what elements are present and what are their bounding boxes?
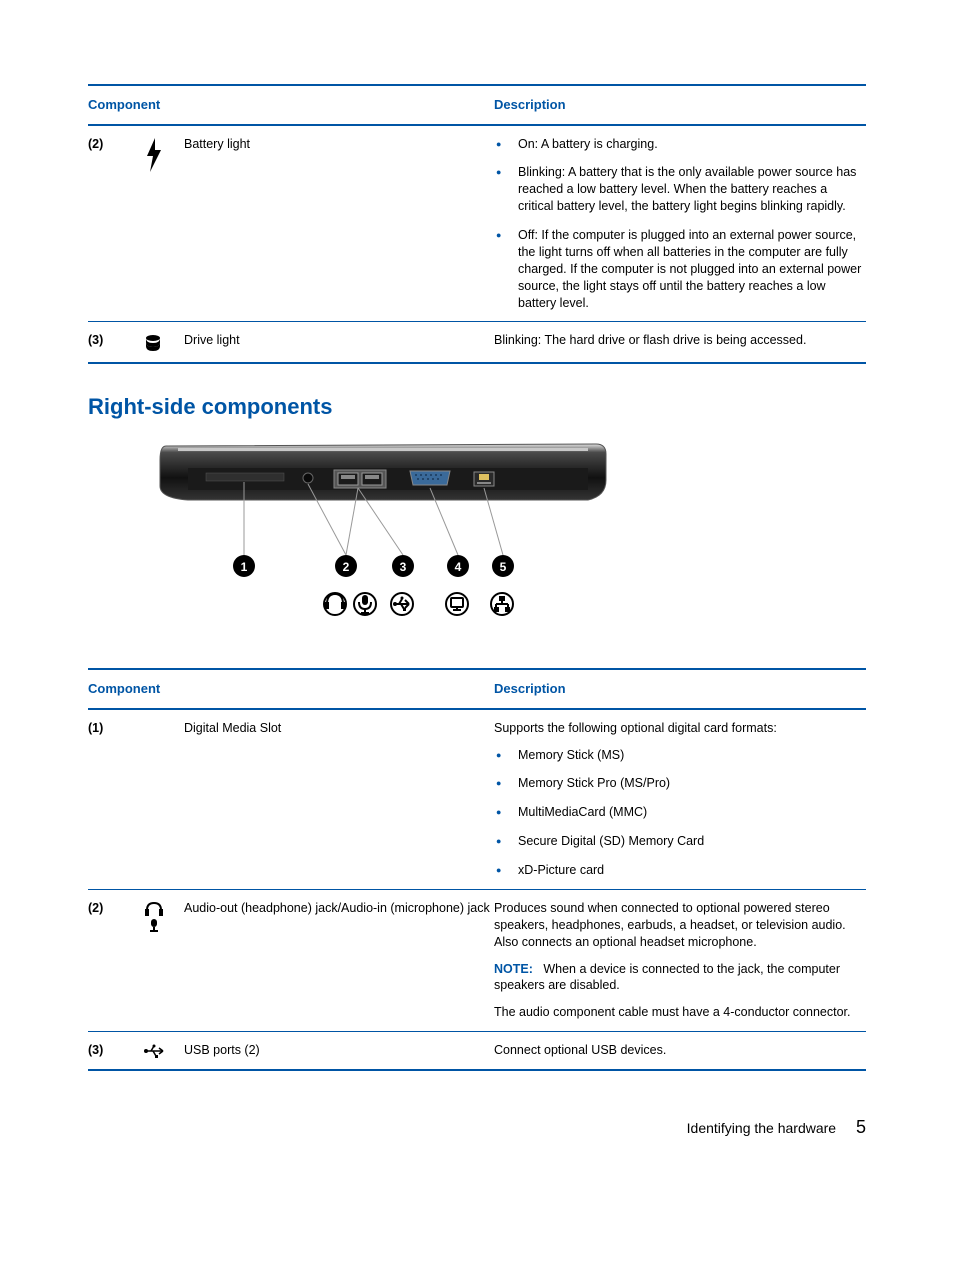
component-description: On: A battery is charging. Blinking: A b… (494, 125, 866, 322)
bullet-item: xD-Picture card (494, 862, 862, 879)
top-components-table: Component Description (2) Battery light … (88, 84, 866, 364)
page-footer: Identifying the hardware 5 (88, 1115, 866, 1139)
bullet-item: Memory Stick Pro (MS/Pro) (494, 775, 862, 792)
top-header-description: Description (494, 85, 866, 125)
row-number: (3) (88, 322, 144, 364)
desc-intro: Supports the following optional digital … (494, 720, 862, 737)
footer-text: Identifying the hardware (687, 1120, 836, 1136)
row-number: (2) (88, 125, 144, 322)
bullet-item: MultiMediaCard (MMC) (494, 804, 862, 821)
bullet-item: Off: If the computer is plugged into an … (494, 227, 862, 311)
battery-bolt-icon (144, 125, 184, 322)
bullet-item: Secure Digital (SD) Memory Card (494, 833, 862, 850)
section-heading: Right-side components (88, 392, 866, 422)
note-text: When a device is connected to the jack, … (494, 962, 840, 993)
component-description: Blinking: The hard drive or flash drive … (494, 322, 866, 364)
svg-text:3: 3 (400, 560, 407, 574)
component-name: Audio-out (headphone) jack/Audio-in (mic… (184, 889, 494, 1031)
component-name: Digital Media Slot (184, 709, 494, 890)
bullet-item: Memory Stick (MS) (494, 747, 862, 764)
bullet-item: Blinking: A battery that is the only ava… (494, 164, 862, 215)
component-name: Battery light (184, 125, 494, 322)
drive-icon (144, 322, 184, 364)
svg-text:1: 1 (241, 560, 248, 574)
no-icon (144, 709, 184, 890)
headphone-mic-icon (144, 889, 184, 1031)
svg-text:4: 4 (455, 560, 462, 574)
page-number: 5 (856, 1117, 866, 1137)
bottom-header-component: Component (88, 669, 494, 709)
usb-icon (144, 1032, 184, 1070)
right-side-laptop-figure: 1 2 3 4 5 (158, 440, 866, 640)
bullet-item: On: A battery is charging. (494, 136, 862, 153)
row-number: (1) (88, 709, 144, 890)
component-description: Produces sound when connected to optiona… (494, 889, 866, 1031)
table-row: (2) Battery light On: A battery is charg… (88, 125, 866, 322)
note-label: NOTE: (494, 962, 533, 976)
component-description: Supports the following optional digital … (494, 709, 866, 890)
row-number: (2) (88, 889, 144, 1031)
desc-text: Produces sound when connected to optiona… (494, 900, 862, 951)
table-row: (1) Digital Media Slot Supports the foll… (88, 709, 866, 890)
component-name: USB ports (2) (184, 1032, 494, 1070)
component-description: Connect optional USB devices. (494, 1032, 866, 1070)
desc-text: The audio component cable must have a 4-… (494, 1004, 862, 1021)
bottom-header-description: Description (494, 669, 866, 709)
component-name: Drive light (184, 322, 494, 364)
row-number: (3) (88, 1032, 144, 1070)
table-row: (3) Drive light Blinking: The hard drive… (88, 322, 866, 364)
table-row: (3) USB ports (2) Connect optional USB d… (88, 1032, 866, 1070)
top-header-component: Component (88, 85, 494, 125)
table-row: (2) Audio-out (headphone) jack/Audio-in … (88, 889, 866, 1031)
svg-text:5: 5 (500, 560, 507, 574)
note-line: NOTE: When a device is connected to the … (494, 961, 862, 995)
svg-text:2: 2 (343, 560, 350, 574)
right-side-components-table: Component Description (1) Digital Media … (88, 668, 866, 1071)
